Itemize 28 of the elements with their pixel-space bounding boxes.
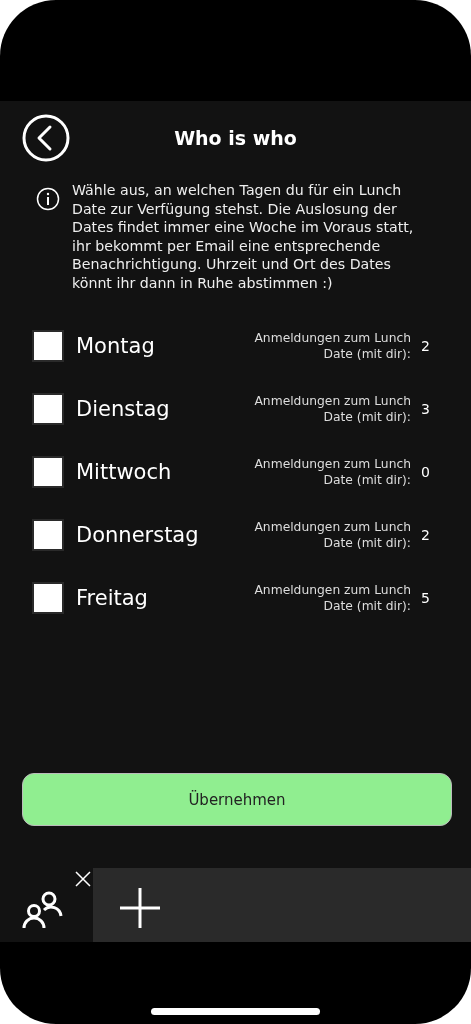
info-text: Wähle aus, an welchen Tagen du für ein Lunch Date zur Verfügung stehst. Die Auslosung der Dates findet immer eine Woche im Voraus statt, ihr bekommt per Email eine entsprechende Benachrichtigung. Uhrzeit und Ort des Dates könnt ihr dann in Ruhe abstimmen :) <box>72 181 415 292</box>
day-checkbox[interactable] <box>32 393 64 425</box>
info-icon <box>36 187 60 211</box>
back-button[interactable] <box>22 114 70 162</box>
signup-count: 2 <box>420 338 431 354</box>
day-label: Freitag <box>76 586 149 610</box>
signup-count: 2 <box>420 527 431 543</box>
signup-count: 0 <box>420 464 431 480</box>
day-checkbox[interactable] <box>32 519 64 551</box>
close-icon[interactable] <box>75 871 91 887</box>
signup-label: Anmeldungen zum Lunch Date (mit dir): <box>253 519 411 551</box>
day-label: Dienstag <box>76 397 171 421</box>
add-tab-button[interactable] <box>120 888 160 928</box>
signup-count: 5 <box>420 590 431 606</box>
screen-title: Who is who <box>173 127 298 149</box>
day-label: Donnerstag <box>76 523 200 547</box>
people-tab[interactable] <box>0 868 93 942</box>
submit-button[interactable]: Übernehmen <box>22 773 452 826</box>
day-label: Mittwoch <box>76 460 173 484</box>
day-checkbox[interactable] <box>32 582 64 614</box>
signup-label: Anmeldungen zum Lunch Date (mit dir): <box>253 393 411 425</box>
day-checkbox[interactable] <box>32 456 64 488</box>
signup-label: Anmeldungen zum Lunch Date (mit dir): <box>253 582 411 614</box>
day-checkbox[interactable] <box>32 330 64 362</box>
signup-count: 3 <box>420 401 431 417</box>
signup-label: Anmeldungen zum Lunch Date (mit dir): <box>253 330 411 362</box>
signup-label: Anmeldungen zum Lunch Date (mit dir): <box>253 456 411 488</box>
day-label: Montag <box>76 334 156 358</box>
